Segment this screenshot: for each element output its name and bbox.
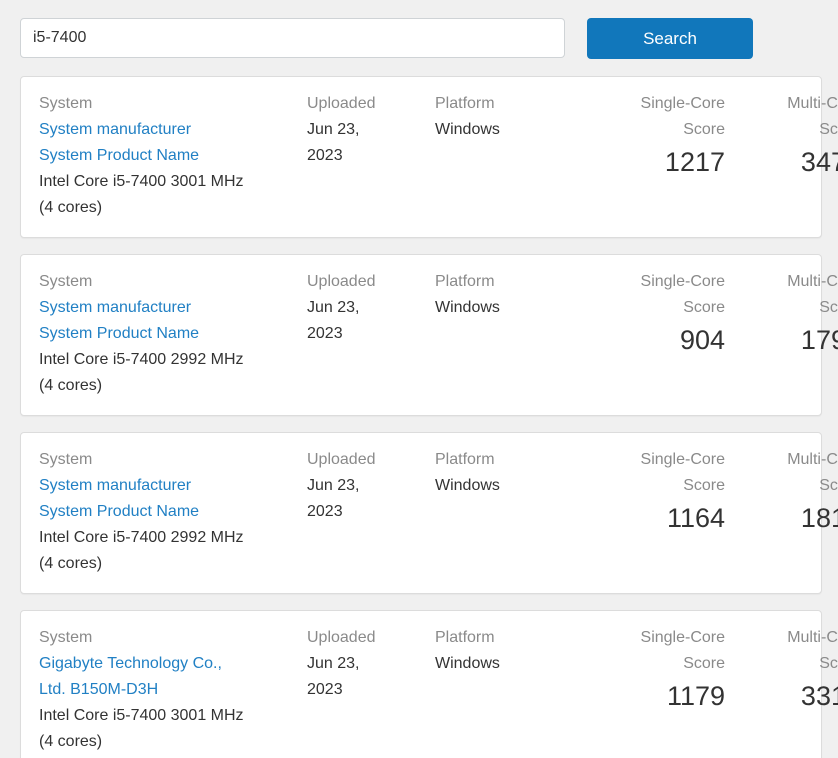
- search-bar: Search: [0, 0, 838, 59]
- multi-core-score-label: Score: [819, 299, 838, 316]
- single-core-score-label: Score: [683, 477, 725, 494]
- cpu-description: Intel Core i5-7400 3001 MHz: [39, 173, 244, 190]
- system-column: System System manufacturer System Produc…: [39, 447, 307, 577]
- multi-core-score-label: Score: [819, 477, 838, 494]
- single-core-score: 1179: [666, 681, 725, 711]
- platform-column-header: Platform: [435, 451, 495, 468]
- platform-column-header: Platform: [435, 629, 495, 646]
- single-core-score-label: Score: [683, 299, 725, 316]
- cpu-description: Intel Core i5-7400 3001 MHz: [39, 707, 244, 724]
- multi-core-score: 1797: [800, 325, 838, 355]
- single-core-score-label: Score: [683, 121, 725, 138]
- multi-core-score-label: Score: [819, 121, 838, 138]
- cpu-cores: (4 cores): [39, 377, 103, 394]
- system-manufacturer-link[interactable]: System manufacturer: [39, 473, 254, 499]
- single-core-score: 1164: [666, 503, 725, 533]
- results-list: System System manufacturer System Produc…: [0, 76, 838, 758]
- system-product-link[interactable]: System Product Name: [39, 499, 254, 525]
- uploaded-date: Jun 23, 2023: [307, 655, 360, 698]
- system-column: System Gigabyte Technology Co., Ltd. B15…: [39, 625, 307, 755]
- system-column-header: System: [39, 629, 93, 646]
- benchmark-search-page: Search System System manufacturer System…: [0, 0, 838, 758]
- search-input[interactable]: [20, 18, 565, 58]
- platform-value: Windows: [435, 299, 500, 316]
- single-core-column: Single-Core Score 1217: [575, 91, 725, 179]
- uploaded-date: Jun 23, 2023: [307, 477, 360, 520]
- multi-core-column: Multi-Core Score 1797: [725, 269, 838, 357]
- system-manufacturer-link[interactable]: System manufacturer: [39, 117, 254, 143]
- multi-core-score: 1813: [800, 503, 838, 533]
- platform-value: Windows: [435, 655, 500, 672]
- single-core-score: 904: [679, 325, 725, 355]
- multi-core-score: 3318: [800, 681, 838, 711]
- platform-value: Windows: [435, 121, 500, 138]
- system-manufacturer-link[interactable]: System manufacturer: [39, 295, 254, 321]
- platform-column: Platform Windows: [435, 447, 575, 499]
- system-column: System System manufacturer System Produc…: [39, 91, 307, 221]
- system-manufacturer-link[interactable]: Gigabyte Technology Co.,: [39, 651, 254, 677]
- cpu-cores: (4 cores): [39, 733, 103, 750]
- multi-core-score-label: Score: [819, 655, 838, 672]
- system-column-header: System: [39, 273, 93, 290]
- cpu-cores: (4 cores): [39, 199, 103, 216]
- multi-core-column: Multi-Core Score 3471: [725, 91, 838, 179]
- search-button[interactable]: Search: [587, 18, 753, 59]
- uploaded-date: Jun 23, 2023: [307, 299, 360, 342]
- cpu-cores: (4 cores): [39, 555, 103, 572]
- platform-column: Platform Windows: [435, 91, 575, 143]
- single-core-column-header: Single-Core: [640, 629, 725, 646]
- multi-core-column-header: Multi-Core: [787, 95, 838, 112]
- platform-column: Platform Windows: [435, 625, 575, 677]
- result-card[interactable]: System System manufacturer System Produc…: [20, 254, 838, 416]
- result-card[interactable]: System System manufacturer System Produc…: [20, 76, 838, 238]
- uploaded-column: Uploaded Jun 23, 2023: [307, 447, 435, 525]
- uploaded-column: Uploaded Jun 23, 2023: [307, 269, 435, 347]
- system-column: System System manufacturer System Produc…: [39, 269, 307, 399]
- single-core-column-header: Single-Core: [640, 451, 725, 468]
- system-product-link[interactable]: System Product Name: [39, 143, 254, 169]
- cpu-description: Intel Core i5-7400 2992 MHz: [39, 351, 244, 368]
- result-card[interactable]: System System manufacturer System Produc…: [20, 432, 838, 594]
- uploaded-column-header: Uploaded: [307, 273, 376, 290]
- system-column-header: System: [39, 451, 93, 468]
- multi-core-score: 3471: [800, 147, 838, 177]
- platform-column-header: Platform: [435, 273, 495, 290]
- single-core-column-header: Single-Core: [640, 95, 725, 112]
- system-product-link[interactable]: System Product Name: [39, 321, 254, 347]
- multi-core-column-header: Multi-Core: [787, 629, 838, 646]
- system-column-header: System: [39, 95, 93, 112]
- single-core-column: Single-Core Score 904: [575, 269, 725, 357]
- platform-value: Windows: [435, 477, 500, 494]
- uploaded-column-header: Uploaded: [307, 629, 376, 646]
- platform-column: Platform Windows: [435, 269, 575, 321]
- cpu-description: Intel Core i5-7400 2992 MHz: [39, 529, 244, 546]
- multi-core-column-header: Multi-Core: [787, 451, 838, 468]
- single-core-column: Single-Core Score 1164: [575, 447, 725, 535]
- multi-core-column: Multi-Core Score 3318: [725, 625, 838, 713]
- uploaded-column: Uploaded Jun 23, 2023: [307, 91, 435, 169]
- system-product-link[interactable]: Ltd. B150M-D3H: [39, 677, 254, 703]
- single-core-column-header: Single-Core: [640, 273, 725, 290]
- multi-core-column-header: Multi-Core: [787, 273, 838, 290]
- uploaded-column-header: Uploaded: [307, 451, 376, 468]
- result-card[interactable]: System Gigabyte Technology Co., Ltd. B15…: [20, 610, 838, 758]
- single-core-score: 1217: [664, 147, 725, 177]
- uploaded-column: Uploaded Jun 23, 2023: [307, 625, 435, 703]
- single-core-column: Single-Core Score 1179: [575, 625, 725, 713]
- multi-core-column: Multi-Core Score 1813: [725, 447, 838, 535]
- uploaded-column-header: Uploaded: [307, 95, 376, 112]
- single-core-score-label: Score: [683, 655, 725, 672]
- uploaded-date: Jun 23, 2023: [307, 121, 360, 164]
- platform-column-header: Platform: [435, 95, 495, 112]
